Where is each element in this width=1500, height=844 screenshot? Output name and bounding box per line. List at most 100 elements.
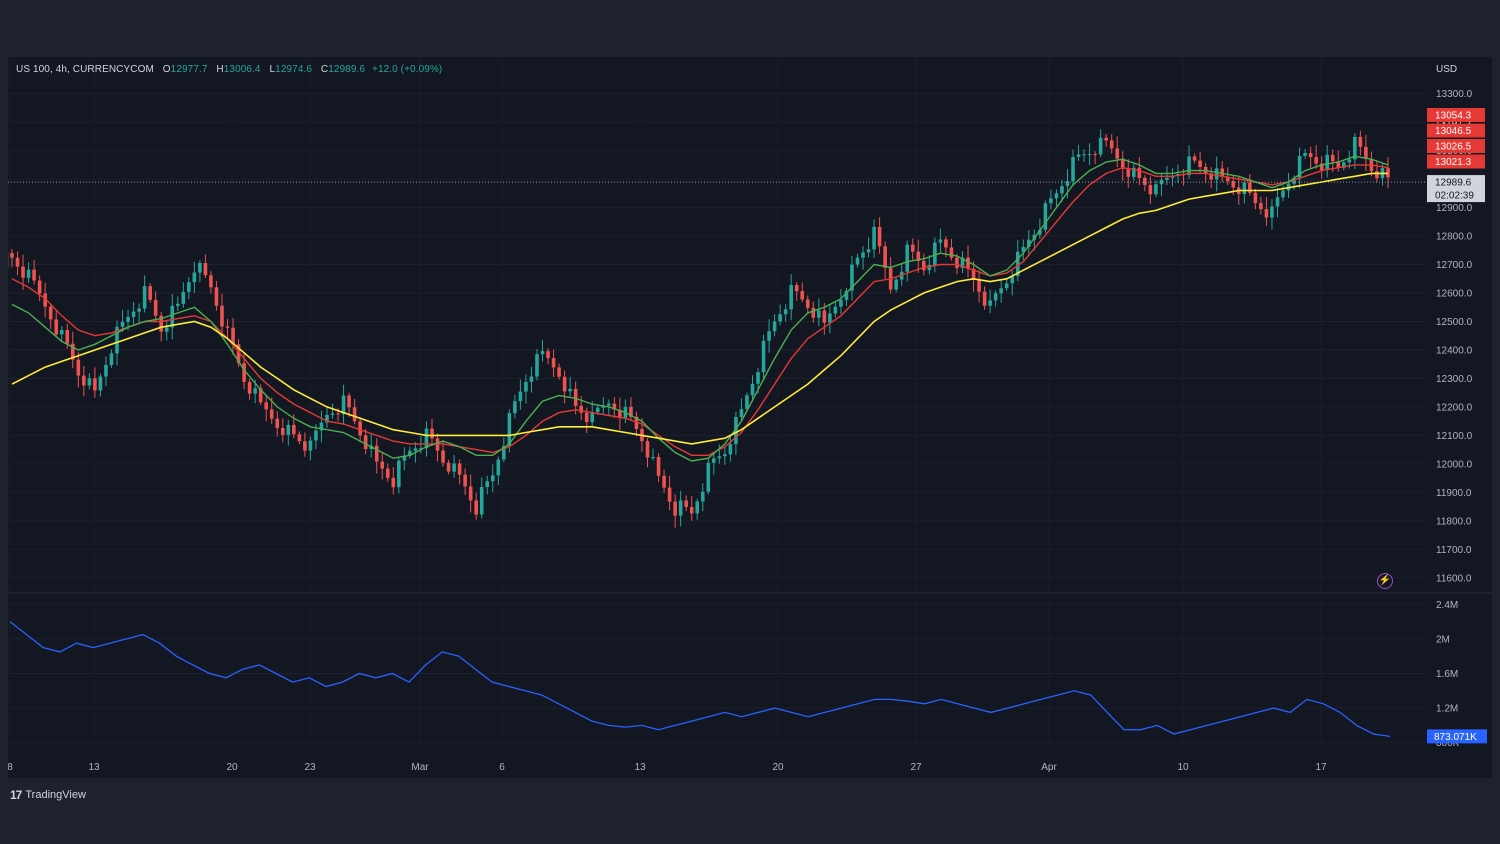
candle-body: [358, 421, 362, 436]
candle-body: [93, 378, 97, 391]
close-value: 12989.6: [328, 64, 366, 75]
candle-body: [82, 375, 86, 386]
time-axis-tick: 8: [8, 762, 13, 773]
tradingview-logo[interactable]: 17 TradingView: [10, 788, 86, 802]
candle-body: [811, 307, 816, 318]
candle-body: [59, 330, 64, 335]
volume-axis-tick: 2.4M: [1436, 600, 1458, 611]
chart-frame: 13300.013200.013100.013000.012900.012800…: [8, 57, 1492, 778]
candle-body: [1082, 154, 1086, 156]
candle-body: [551, 358, 556, 368]
price-axis-tick: 11700.0: [1436, 545, 1472, 556]
candle-body: [474, 500, 478, 515]
candle-body: [468, 486, 473, 501]
chart-canvas[interactable]: 13300.013200.013100.013000.012900.012800…: [8, 57, 1492, 778]
candle-body: [540, 351, 545, 355]
candle-body: [767, 331, 771, 341]
candle-body: [999, 288, 1003, 294]
price-label: 13026.5: [1435, 142, 1472, 153]
candle-body: [1259, 203, 1263, 210]
candle-body: [1242, 182, 1247, 194]
time-axis-tick: 20: [772, 762, 784, 773]
candle-body: [607, 403, 611, 406]
candle-body: [861, 252, 865, 258]
candle-body: [374, 445, 379, 462]
candle-body: [894, 279, 898, 290]
candle-body: [1253, 192, 1258, 204]
time-axis-tick: Apr: [1041, 762, 1057, 773]
candle-body: [1281, 190, 1285, 198]
candle-body: [1060, 186, 1064, 194]
candle-body: [26, 269, 31, 278]
candle-body: [363, 435, 368, 450]
time-axis-tick: 13: [634, 762, 646, 773]
candle-body: [872, 226, 876, 250]
candle-body: [1275, 197, 1280, 207]
candle-body: [137, 308, 141, 312]
currency-label: USD: [1436, 64, 1458, 75]
candle-body: [933, 242, 937, 265]
candle-body: [275, 418, 280, 428]
candle-body: [778, 314, 782, 322]
candle-body: [723, 454, 727, 457]
candle-body: [1314, 157, 1318, 164]
price-axis-tick: 12600.0: [1436, 289, 1473, 300]
candle-body: [457, 463, 462, 475]
candle-body: [192, 272, 197, 283]
candle-body: [1264, 209, 1269, 218]
candle-body: [794, 285, 799, 292]
candle-body: [479, 487, 484, 515]
candle-body: [1347, 159, 1352, 163]
candle-body: [142, 286, 147, 309]
candle-body: [883, 246, 887, 268]
candle-body: [800, 291, 805, 300]
candle-body: [264, 402, 269, 410]
candle-body: [330, 413, 335, 415]
candle-body: [535, 354, 539, 377]
candle-body: [153, 299, 158, 316]
candle-body: [568, 388, 572, 392]
time-axis-tick: 13: [88, 762, 100, 773]
candle-body: [32, 269, 36, 281]
candle-body: [87, 378, 92, 386]
time-axis-tick: 6: [499, 762, 505, 773]
candle-body: [21, 266, 25, 278]
candle-body: [303, 441, 307, 451]
candle-body: [750, 383, 755, 396]
candle-body: [187, 282, 191, 292]
candle-body: [292, 424, 296, 435]
price-axis-tick: 12100.0: [1436, 431, 1473, 442]
candle-body: [673, 501, 677, 516]
candle-body: [131, 311, 136, 317]
price-axis-tick: 12500.0: [1436, 317, 1473, 328]
lightning-icon[interactable]: ⚡: [1377, 573, 1393, 589]
candle-body: [1330, 154, 1335, 162]
candle-body: [1087, 154, 1092, 156]
candle-body: [1004, 283, 1009, 289]
candle-body: [955, 257, 959, 268]
candle-body: [789, 285, 793, 310]
candle-body: [1270, 206, 1274, 218]
low-value: 12974.6: [275, 64, 313, 75]
candle-body: [98, 376, 103, 391]
candle-body: [817, 310, 821, 318]
candle-body: [1043, 203, 1048, 230]
candle-body: [579, 405, 583, 413]
price-label: 12989.6: [1435, 178, 1472, 189]
candle-body: [297, 434, 302, 442]
price-axis-tick: 12700.0: [1436, 260, 1473, 271]
price-label: 02:02:39: [1435, 191, 1474, 202]
candle-body: [37, 280, 42, 294]
candle-body: [463, 474, 467, 487]
change-value: +12.0 (+0.09%): [372, 64, 443, 75]
candle-body: [413, 448, 418, 451]
time-axis-tick: 23: [304, 762, 316, 773]
time-axis-tick: Mar: [411, 762, 429, 773]
candle-body: [148, 286, 152, 300]
candle-body: [1364, 146, 1368, 159]
candle-body: [247, 381, 252, 394]
candle-body: [756, 372, 760, 384]
candle-body: [175, 303, 180, 306]
volume-axis-tick: 2M: [1436, 634, 1450, 645]
candle-body: [10, 253, 14, 258]
